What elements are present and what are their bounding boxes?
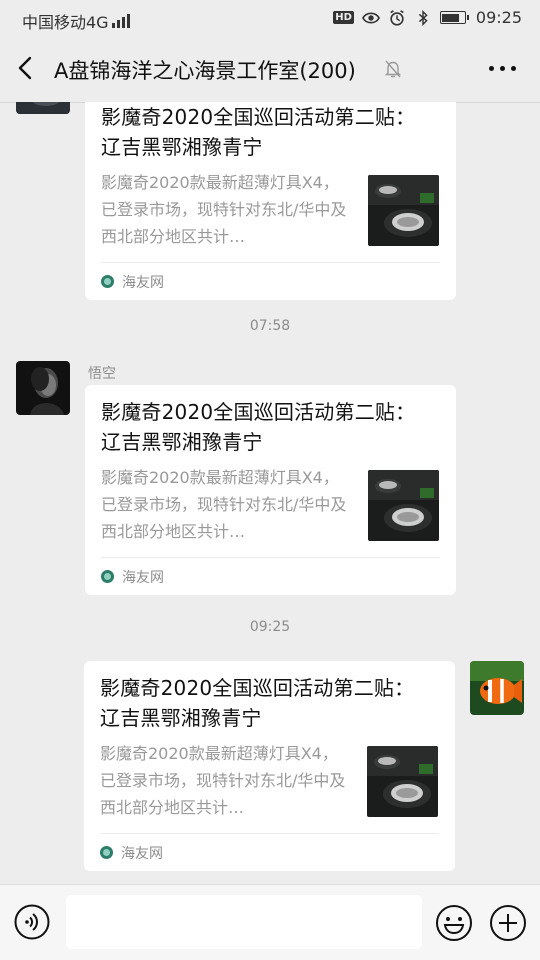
battery-level xyxy=(442,13,460,22)
card-body: 影魔奇2020款最新超薄灯具X4，已登录市场，现特针对东北/华中及西北部分地区共… xyxy=(101,464,440,545)
card-title: 影魔奇2020全国巡回活动第二贴： 辽吉黑鄂湘豫青宁 xyxy=(101,400,416,454)
plus-button[interactable] xyxy=(489,904,527,942)
hd-badge: HD xyxy=(333,11,354,24)
avatar-image xyxy=(16,102,70,114)
my-avatar[interactable] xyxy=(470,661,524,715)
link-card[interactable]: 影魔奇2020全国巡回活动第二贴： 辽吉黑鄂湘豫青宁 影魔奇2020款最新超薄灯… xyxy=(85,385,456,595)
card-thumbnail xyxy=(367,746,438,817)
battery-icon xyxy=(439,11,469,24)
avatar-image xyxy=(470,661,524,715)
alarm-icon xyxy=(390,9,404,26)
card-source: 海友网 xyxy=(101,262,440,300)
status-bar-right: HD 09:25 xyxy=(333,8,522,27)
message-input[interactable] xyxy=(66,895,422,949)
source-logo-icon xyxy=(101,570,114,583)
source-logo-icon xyxy=(100,846,113,859)
card-thumbnail xyxy=(368,470,439,541)
card-source-label: 海友网 xyxy=(121,845,163,862)
back-button[interactable] xyxy=(12,54,40,82)
card-description: 影魔奇2020款最新超薄灯具X4，已登录市场，现特针对东北/华中及西北部分地区共… xyxy=(101,173,347,246)
link-card[interactable]: 影魔奇2020全国巡回活动第二贴： 辽吉黑鄂湘豫青宁 影魔奇2020款最新超薄灯… xyxy=(85,102,456,300)
clock: 09:25 xyxy=(475,8,522,27)
bluetooth-icon xyxy=(418,9,428,26)
card-description: 影魔奇2020款最新超薄灯具X4，已登录市场，现特针对东北/华中及西北部分地区共… xyxy=(100,744,346,817)
chat-header: A盘锦海洋之心海景工作室(200) xyxy=(0,36,540,103)
more-dot xyxy=(511,66,516,71)
card-thumbnail xyxy=(368,175,439,246)
source-logo-icon xyxy=(101,275,114,288)
more-button[interactable] xyxy=(489,66,516,71)
voice-button[interactable] xyxy=(14,904,50,940)
card-title: 影魔奇2020全国巡回活动第二贴： 辽吉黑鄂湘豫青宁 xyxy=(100,676,415,730)
message-timestamp: 09:25 xyxy=(249,619,291,635)
card-body: 影魔奇2020款最新超薄灯具X4，已登录市场，现特针对东北/华中及西北部分地区共… xyxy=(100,740,439,821)
carrier-label: 中国移动4G xyxy=(22,13,109,32)
chat-title: A盘锦海洋之心海景工作室(200) xyxy=(54,59,356,83)
bell-off-icon xyxy=(384,60,402,78)
card-description: 影魔奇2020款最新超薄灯具X4，已登录市场，现特针对东北/华中及西北部分地区共… xyxy=(101,468,347,541)
more-dot xyxy=(489,66,494,71)
link-card[interactable]: 影魔奇2020全国巡回活动第二贴： 辽吉黑鄂湘豫青宁 影魔奇2020款最新超薄灯… xyxy=(84,661,455,871)
status-bar: 中国移动4G HD 09:25 xyxy=(0,0,540,36)
status-bar-left: 中国移动4G xyxy=(22,9,130,33)
more-dot xyxy=(500,66,505,71)
card-source: 海友网 xyxy=(100,833,439,871)
emoji-button[interactable] xyxy=(435,904,473,942)
card-title: 影魔奇2020全国巡回活动第二贴： 辽吉黑鄂湘豫青宁 xyxy=(101,105,416,159)
card-source-label: 海友网 xyxy=(122,274,164,291)
card-source: 海友网 xyxy=(101,557,440,595)
card-source-label: 海友网 xyxy=(122,569,164,586)
avatar-image xyxy=(16,361,70,415)
sender-name: 悟空 xyxy=(88,366,116,382)
card-body: 影魔奇2020款最新超薄灯具X4，已登录市场，现特针对东北/华中及西北部分地区共… xyxy=(101,169,440,250)
signal-icon xyxy=(111,14,130,28)
sender-avatar[interactable] xyxy=(16,102,70,114)
message-list[interactable]: 影魔奇2020全国巡回活动第二贴： 辽吉黑鄂湘豫青宁 影魔奇2020款最新超薄灯… xyxy=(0,102,540,884)
eye-icon xyxy=(361,11,380,24)
sender-avatar[interactable] xyxy=(16,361,70,415)
message-timestamp: 07:58 xyxy=(249,318,291,334)
input-bar xyxy=(0,884,540,960)
